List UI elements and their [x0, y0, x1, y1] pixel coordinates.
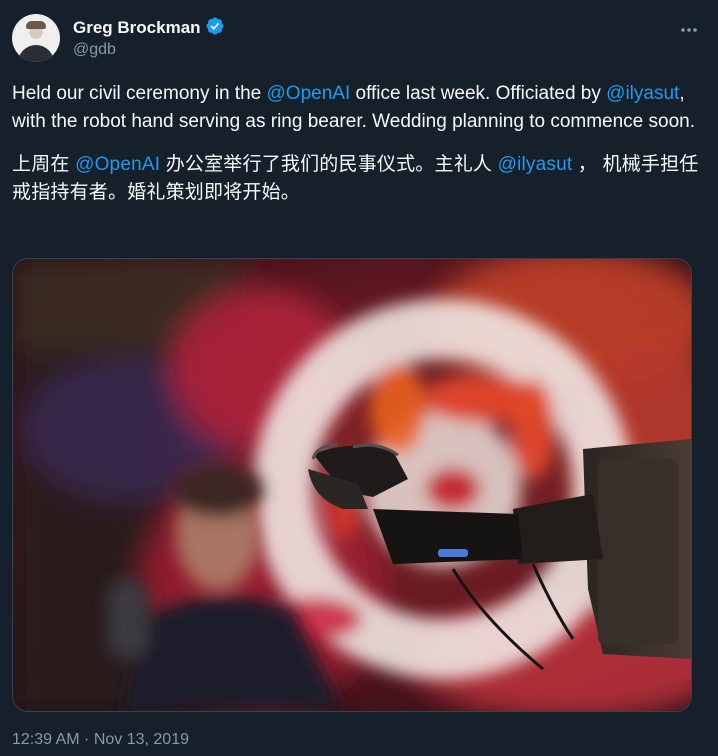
tweet-photo[interactable] [12, 258, 692, 712]
mention-ilyasut[interactable]: @ilyasut [606, 83, 679, 104]
more-dots-shape [681, 28, 697, 32]
verified-badge-icon[interactable] [205, 16, 225, 41]
tweet-text-chinese: 上周在 @OpenAI 办公室举行了我们的民事仪式。主礼人 @ilyasut ，… [12, 151, 702, 207]
handle[interactable]: @gdb [73, 41, 225, 59]
avatar[interactable] [12, 14, 60, 62]
text-segment: 办公室举行了我们的民事仪式。主礼人 [160, 154, 498, 175]
tweet: Greg Brockman @gdb Held our civil ceremo… [0, 0, 718, 756]
verified-icon-shape [206, 16, 224, 35]
tweet-timestamp[interactable]: 12:39 AM · Nov 13, 2019 [12, 731, 189, 749]
mention-openai[interactable]: @OpenAI [267, 83, 351, 104]
text-segment: office last week. Officiated by [350, 83, 607, 104]
display-name-row: Greg Brockman [73, 16, 225, 41]
author-names: Greg Brockman @gdb [73, 16, 225, 59]
more-options-icon[interactable] [674, 18, 704, 42]
mention-ilyasut-zh[interactable]: @ilyasut [498, 154, 573, 175]
display-name[interactable]: Greg Brockman [73, 18, 201, 38]
mention-openai-zh[interactable]: @OpenAI [75, 154, 160, 175]
avatar-hair [26, 21, 46, 29]
tweet-text-english: Held our civil ceremony in the @OpenAI o… [12, 80, 702, 136]
photo-robot-hand-flower-wall [13, 259, 691, 711]
tweet-text: Held our civil ceremony in the @OpenAI o… [12, 80, 702, 207]
text-segment: 上周在 [12, 154, 76, 175]
avatar-shirt [18, 45, 54, 62]
text-segment: Held our civil ceremony in the [12, 83, 267, 104]
tweet-header: Greg Brockman @gdb [12, 10, 706, 64]
